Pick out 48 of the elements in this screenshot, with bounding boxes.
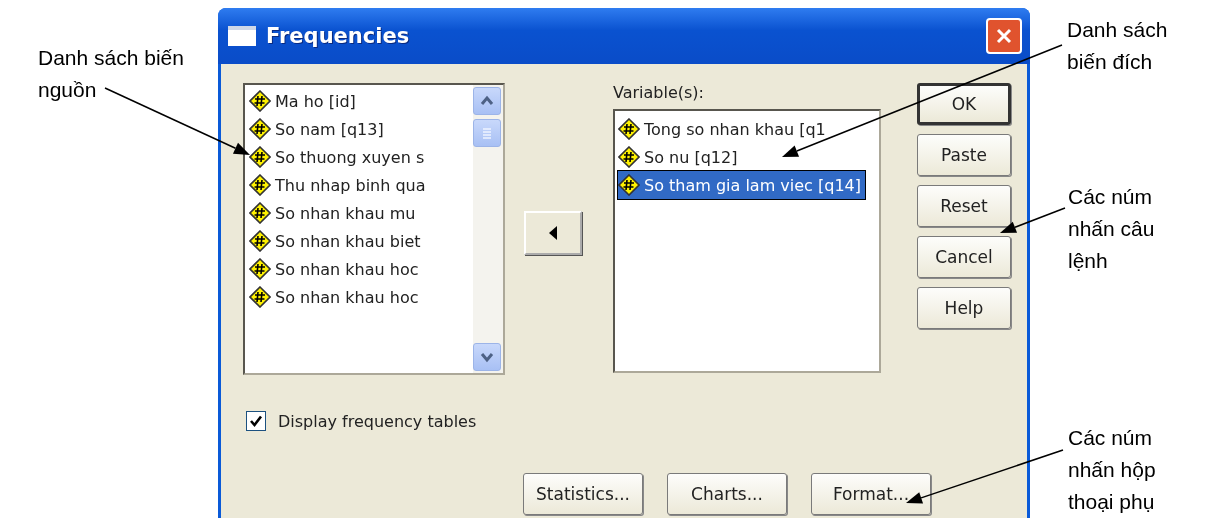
- command-button[interactable]: Paste: [917, 134, 1011, 176]
- dialog-button[interactable]: Format...: [811, 473, 931, 515]
- scroll-up-button[interactable]: [473, 87, 501, 115]
- command-button[interactable]: Help: [917, 287, 1011, 329]
- command-button[interactable]: Reset: [917, 185, 1011, 227]
- variable-item[interactable]: Thu nhap binh qua: [249, 171, 430, 199]
- variable-item[interactable]: Tong so nhan khau [q1: [618, 115, 830, 143]
- checkbox[interactable]: [246, 411, 266, 431]
- move-button[interactable]: [524, 211, 582, 255]
- variable-icon: [249, 118, 271, 140]
- checkbox-label: Display frequency tables: [278, 411, 477, 431]
- variable-item[interactable]: So tham gia lam viec [q14]: [618, 171, 865, 199]
- variable-icon: [249, 230, 271, 252]
- variable-icon: [249, 174, 271, 196]
- scrollbar[interactable]: [473, 85, 503, 373]
- dialog-button[interactable]: Statistics...: [523, 473, 643, 515]
- window-icon: [228, 26, 256, 46]
- variable-item[interactable]: Ma ho [id]: [249, 87, 360, 115]
- close-button[interactable]: [986, 18, 1022, 54]
- command-button[interactable]: OK: [917, 83, 1011, 125]
- variable-icon: [249, 90, 271, 112]
- variable-item[interactable]: So nhan khau biet: [249, 227, 425, 255]
- variable-icon: [618, 118, 640, 140]
- variable-item[interactable]: So nhan khau hoc: [249, 255, 423, 283]
- variable-icon: [249, 258, 271, 280]
- window-title: Frequencies: [266, 24, 411, 48]
- pointer-arrow: [1000, 207, 1066, 233]
- annotation-text: Các núm nhấn câu lệnh: [1068, 184, 1155, 274]
- annotation-text: Danh sách biến nguồn: [38, 45, 184, 103]
- variable-icon: [249, 202, 271, 224]
- annotation-text: Danh sách biến đích: [1067, 17, 1168, 75]
- variable-item[interactable]: So nu [q12]: [618, 143, 742, 171]
- list-label: Variable(s):: [613, 83, 705, 104]
- variable-icon: [249, 146, 271, 168]
- dialog-button[interactable]: Charts...: [667, 473, 787, 515]
- close-icon: [995, 27, 1013, 45]
- command-button[interactable]: Cancel: [917, 236, 1011, 278]
- variable-icon: [249, 286, 271, 308]
- scroll-down-button[interactable]: [473, 343, 501, 371]
- left-arrow-icon: [549, 226, 557, 240]
- variable-item[interactable]: So thuong xuyen s: [249, 143, 429, 171]
- scroll-thumb[interactable]: [473, 119, 501, 147]
- variable-item[interactable]: So nam [q13]: [249, 115, 388, 143]
- variable-item[interactable]: So nhan khau mu: [249, 199, 420, 227]
- variable-item[interactable]: So nhan khau hoc: [249, 283, 423, 311]
- variable-icon: [618, 174, 640, 196]
- annotation-text: Các núm nhấn hộp thoại phụ: [1068, 425, 1156, 515]
- variable-icon: [618, 146, 640, 168]
